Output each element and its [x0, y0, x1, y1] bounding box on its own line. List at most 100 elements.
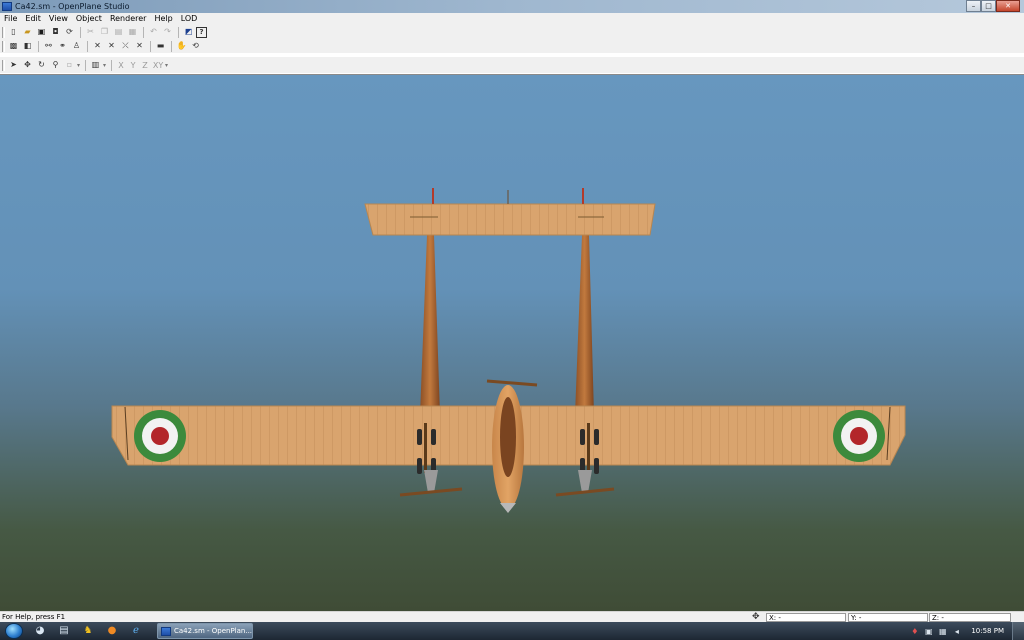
toolbar-separator [38, 40, 39, 52]
toolbar-separator [178, 26, 179, 38]
person-icon[interactable]: ♙ [70, 40, 83, 52]
axis-dropdown-arrow-icon[interactable]: ▾ [165, 62, 168, 69]
status-x-coordinate: X: - [766, 613, 846, 622]
system-tray: ♦ ▣ ▦ ◂ 10:58 PM [909, 622, 1024, 640]
taskbar: ◕ ▤ ♞ ● ℯ Ca42.sm - OpenPlan... ♦ ▣ ▦ ◂ … [0, 622, 1024, 640]
view-mode-dropdown-arrow-icon[interactable]: ▾ [103, 62, 106, 69]
app-icon [2, 2, 12, 11]
toolbar-separator [87, 40, 88, 52]
toolbar-separator [150, 40, 151, 52]
taskbar-clock[interactable]: 10:58 PM [971, 627, 1004, 635]
bind-icon[interactable]: ⚭ [56, 40, 69, 52]
internet-explorer-icon[interactable]: ℯ [129, 625, 143, 637]
paste-icon[interactable]: ▤ [112, 26, 125, 38]
tray-network-icon[interactable]: ▦ [937, 626, 948, 637]
select-arrow-icon[interactable]: ➤ [7, 59, 20, 71]
menu-view[interactable]: View [45, 13, 72, 25]
menu-object[interactable]: Object [72, 13, 106, 25]
status-y-coordinate: Y: - [848, 613, 928, 622]
tray-shield-icon[interactable]: ♦ [909, 626, 920, 637]
show-desktop-button[interactable] [1012, 622, 1024, 640]
3d-viewport[interactable] [0, 74, 1024, 611]
refresh-icon[interactable]: ⟳ [63, 26, 76, 38]
scale-icon[interactable]: ▫ [63, 59, 76, 71]
link-icon[interactable]: ⚯ [42, 40, 55, 52]
menu-help[interactable]: Help [150, 13, 176, 25]
nose-cone [500, 503, 516, 513]
taskbar-app-icon [161, 626, 171, 636]
axis-x-button[interactable]: X [115, 61, 127, 70]
right-engine [555, 470, 615, 497]
status-bar: For Help, press F1 ✥ X: - Y: - Z: - [0, 611, 1024, 622]
maximize-button[interactable]: □ [981, 0, 996, 12]
standard-toolbar: ▯ ▰ ▣ ◘ ⟳ ✂ ❐ ▤ ▦ ↶ ↷ ◩ ? [0, 25, 1024, 39]
right-roundel [833, 410, 885, 462]
menu-lod[interactable]: LOD [177, 13, 202, 25]
axis-xy-button[interactable]: XY [151, 61, 165, 70]
copy-icon[interactable]: ❐ [98, 26, 111, 38]
help-icon[interactable]: ? [196, 26, 207, 38]
status-help-text: For Help, press F1 [2, 613, 66, 621]
save-icon[interactable]: ▣ [35, 26, 48, 38]
tray-volume-icon[interactable]: ◂ [951, 626, 962, 637]
new-file-icon[interactable]: ▯ [7, 26, 20, 38]
cross-icon[interactable]: ✕ [91, 40, 104, 52]
import-icon[interactable]: ▩ [7, 40, 20, 52]
toolbar-separator [171, 40, 172, 52]
cut-icon[interactable]: ✂ [84, 26, 97, 38]
scale-dropdown-arrow-icon[interactable]: ▾ [77, 62, 80, 69]
move-icon[interactable]: ✥ [21, 59, 34, 71]
biplane-model [111, 188, 906, 513]
toolbar-grip[interactable] [2, 40, 5, 52]
zoom-icon[interactable]: ⚲ [49, 59, 62, 71]
taskbar-item-label: Ca42.sm - OpenPlan... [174, 627, 252, 635]
menu-file[interactable]: File [0, 13, 21, 25]
rectangle-icon[interactable]: ▬ [154, 40, 167, 52]
open-folder-icon[interactable]: ▰ [21, 26, 34, 38]
save-all-icon[interactable]: ◘ [49, 26, 62, 38]
front-propeller [486, 379, 538, 387]
right-tail-boom [575, 235, 594, 415]
toolbar-separator [80, 26, 81, 38]
transform-toolbar: ➤ ✥ ↻ ⚲ ▫ ▾ ▥ ▾ X Y Z XY ▾ [0, 57, 1024, 73]
axis-y-button[interactable]: Y [127, 61, 139, 70]
tailplane [364, 203, 656, 236]
redo-icon[interactable]: ↷ [161, 26, 174, 38]
toolbar-separator [85, 59, 87, 71]
view-mode-icon[interactable]: ▥ [89, 59, 102, 71]
runner-icon[interactable]: ♞ [81, 625, 95, 637]
window-controls: – □ ✕ [966, 0, 1020, 12]
toolbar-grip[interactable] [2, 26, 5, 38]
minimize-button[interactable]: – [966, 0, 981, 12]
undo-icon[interactable]: ↶ [147, 26, 160, 38]
flip-icon[interactable]: ⟲ [189, 40, 202, 52]
firefox-icon[interactable]: ● [105, 625, 119, 637]
explorer-icon[interactable]: ▤ [57, 625, 71, 637]
status-z-coordinate: Z: - [929, 613, 1011, 622]
close-button[interactable]: ✕ [996, 0, 1020, 12]
move-cursor-icon: ✥ [752, 612, 760, 622]
cross-axis-icon[interactable]: ✕ [105, 40, 118, 52]
hand-icon[interactable]: ✋ [175, 40, 188, 52]
cockpit-opening [500, 397, 516, 477]
ie-icon[interactable]: ◕ [33, 625, 47, 637]
print-icon[interactable]: ▦ [126, 26, 139, 38]
left-tail-boom [420, 235, 440, 415]
tray-action-center-icon[interactable]: ▣ [923, 626, 934, 637]
export-icon[interactable]: ◧ [21, 40, 34, 52]
toolbar-grip[interactable] [2, 59, 5, 71]
menu-renderer[interactable]: Renderer [106, 13, 151, 25]
left-engine [399, 470, 463, 497]
cross-tool-icon[interactable]: ✕ [133, 40, 146, 52]
object-toolbar: ▩ ◧ ⚯ ⚭ ♙ ✕ ✕ ⤫ ✕ ▬ ✋ ⟲ [0, 39, 1024, 53]
taskbar-item-openplane[interactable]: Ca42.sm - OpenPlan... [157, 623, 253, 639]
layers-icon[interactable]: ◩ [182, 26, 195, 38]
axis-z-button[interactable]: Z [139, 61, 151, 70]
window-title: Ca42.sm - OpenPlane Studio [15, 2, 130, 11]
openplane-studio-window: Ca42.sm - OpenPlane Studio – □ ✕ File Ed… [0, 0, 1024, 640]
menu-edit[interactable]: Edit [21, 13, 45, 25]
start-button[interactable] [5, 623, 23, 639]
rotate-icon[interactable]: ↻ [35, 59, 48, 71]
title-bar[interactable]: Ca42.sm - OpenPlane Studio – □ ✕ [0, 0, 1024, 13]
slash-icon[interactable]: ⤫ [119, 40, 132, 52]
